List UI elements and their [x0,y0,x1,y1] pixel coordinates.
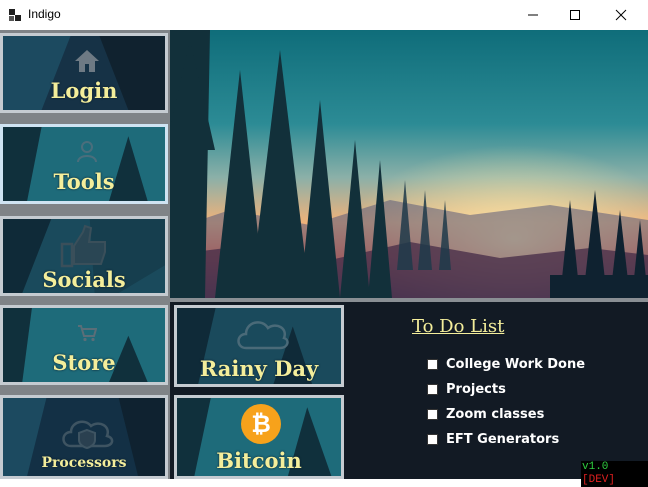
login-label: Login [50,78,118,103]
bitcoin-symbol: ₿ [251,410,271,438]
close-button[interactable] [598,0,644,30]
client-area: Login Tools Socials Store Processors Rai… [0,30,648,479]
checkbox[interactable] [427,383,438,395]
cloud-security-icon [62,420,114,450]
forest-landscape-image [170,30,648,298]
socials-button[interactable]: Socials [0,216,168,296]
build-tag: [DEV] [582,474,616,486]
shopping-cart-icon [78,325,97,342]
tools-button[interactable]: Tools [0,124,168,204]
checkbox[interactable] [427,358,438,370]
version-badge: v1.0 [DEV] [581,461,648,487]
checkbox[interactable] [427,433,438,445]
processors-button[interactable]: Processors [0,395,168,479]
todo-item[interactable]: Projects [427,380,506,398]
todo-item[interactable]: EFT Generators [427,430,559,448]
thumbs-up-icon [60,224,106,268]
store-button[interactable]: Store [0,305,168,385]
todo-item-label: Projects [446,381,506,397]
store-label: Store [52,350,116,375]
tools-label: Tools [53,169,115,194]
rainy-day-label: Rainy Day [199,356,319,381]
processors-label: Processors [41,455,127,471]
cloud-icon [237,321,289,350]
maximize-button[interactable] [552,0,598,30]
maximize-icon [570,10,580,20]
todo-title: To Do List [412,316,505,337]
todo-item[interactable]: Zoom classes [427,405,544,423]
login-button[interactable]: Login [0,33,168,113]
rainy-day-button[interactable]: Rainy Day [174,305,344,387]
version-number: v1.0 [582,461,609,473]
minimize-button[interactable] [510,0,556,30]
todo-item-label: EFT Generators [446,431,560,447]
close-icon [615,9,627,21]
checkbox[interactable] [427,408,438,420]
bitcoin-button[interactable]: ₿ Bitcoin [174,395,344,479]
user-icon [77,141,97,163]
socials-label: Socials [42,267,126,292]
todo-item-label: College Work Done [446,356,586,372]
home-icon [75,50,99,72]
minimize-icon [528,14,538,16]
todo-item-label: Zoom classes [446,406,545,422]
bitcoin-label: Bitcoin [216,448,302,473]
window-title: Indigo [28,7,61,21]
app-icon [9,9,21,21]
bitcoin-icon: ₿ [241,404,281,444]
todo-item[interactable]: College Work Done [427,355,585,373]
title-bar[interactable]: Indigo [0,0,648,30]
